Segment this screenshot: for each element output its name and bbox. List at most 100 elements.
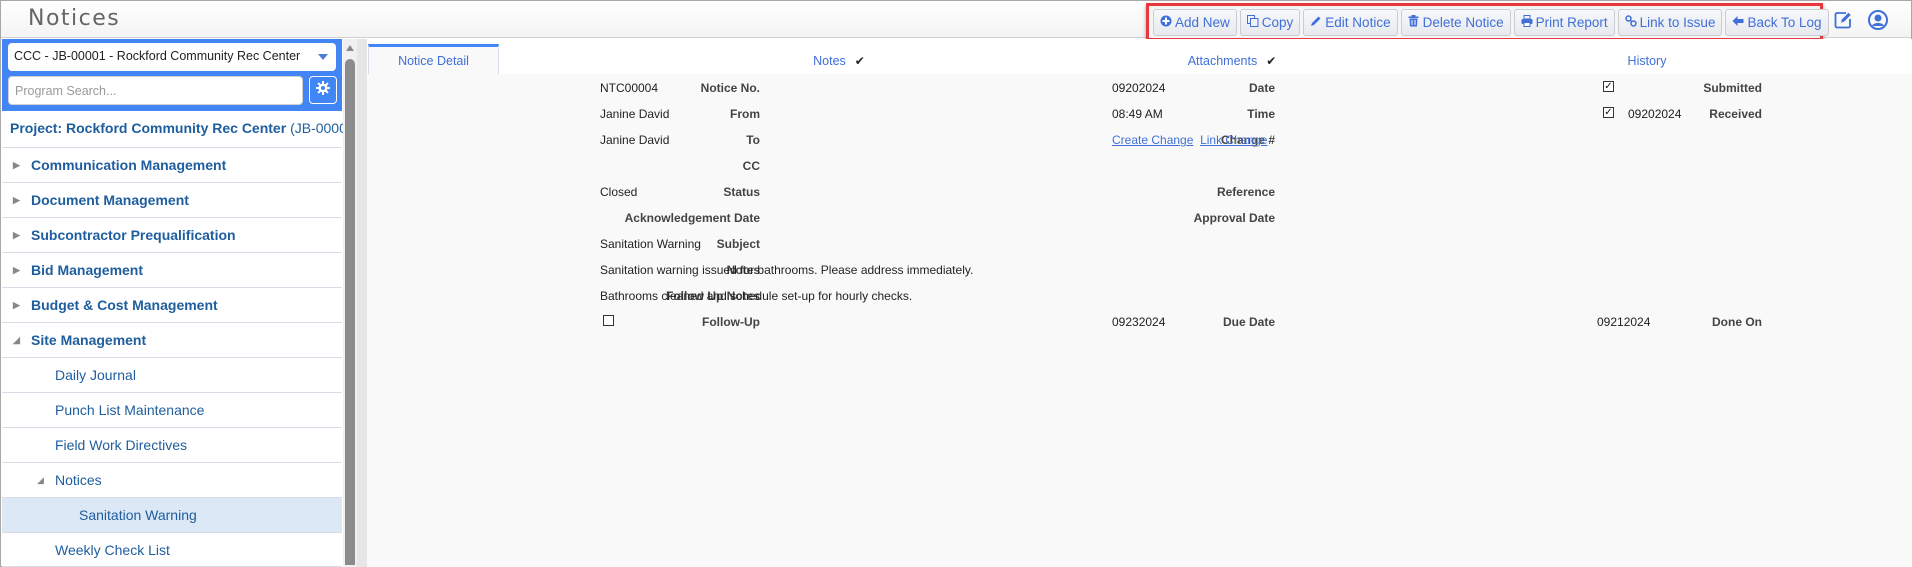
tree-item-field-work-directives[interactable]: Field Work Directives (2, 427, 342, 462)
project-name: Project: Rockford Community Rec Center (10, 120, 287, 136)
settings-button[interactable] (309, 76, 337, 104)
due-date-label: Due Date (1222, 315, 1275, 329)
received-checkbox[interactable]: ✓ (1603, 107, 1614, 118)
plus-circle-icon (1160, 15, 1172, 30)
delete-notice-button[interactable]: Delete Notice (1400, 8, 1511, 36)
tab-label: Notice Detail (398, 53, 469, 68)
app-window: Notices Add New Copy Edit Notice Delete … (0, 0, 1912, 567)
tree-item-label: Weekly Check List (55, 541, 170, 558)
received-date-value: 09202024 (1628, 107, 1682, 121)
subject-label: Subject (716, 237, 760, 251)
tree-item-label: Field Work Directives (55, 437, 187, 453)
create-change-link[interactable]: Create Change (1112, 133, 1193, 147)
tab-notes[interactable]: Notes ✔ (769, 47, 909, 74)
print-report-label: Print Report (1535, 14, 1608, 30)
acknowledgement-date-label: Acknowledgement Date (624, 211, 760, 225)
scroll-up-arrow-icon[interactable] (346, 45, 354, 51)
check-icon: ✔ (854, 53, 865, 68)
project-heading: Project: Rockford Community Rec Center (… (10, 120, 359, 136)
edit-notice-button[interactable]: Edit Notice (1303, 8, 1398, 36)
add-new-label: Add New (1175, 14, 1230, 30)
due-date-value: 09232024 (1112, 315, 1166, 329)
sidebar: CCC - JB-00001 - Rockford Community Rec … (2, 39, 359, 567)
check-icon: ✔ (1266, 53, 1277, 68)
caret-right-icon: ▶ (13, 264, 20, 275)
tab-notice-detail[interactable]: Notice Detail (368, 44, 499, 74)
status-label: Status (723, 185, 760, 199)
tree-item-daily-journal[interactable]: Daily Journal (2, 357, 342, 392)
add-new-button[interactable]: Add New (1153, 8, 1237, 36)
link-to-issue-button[interactable]: Link to Issue (1617, 8, 1723, 36)
print-report-button[interactable]: Print Report (1513, 8, 1615, 36)
to-value: Janine David (600, 133, 670, 147)
done-on-value: 09212024 (1597, 315, 1651, 329)
sidebar-controls: CCC - JB-00001 - Rockford Community Rec … (2, 39, 342, 111)
edit-square-icon[interactable] (1832, 9, 1854, 31)
arrow-left-icon (1732, 15, 1744, 30)
back-to-log-label: Back To Log (1747, 14, 1822, 30)
navigation-tree: ▶ Communication Management ▶ Document Mana… (2, 147, 342, 567)
notes-value: Sanitation warning issued for bathrooms.… (600, 263, 974, 277)
change-links: Create Change Link Change (1112, 133, 1267, 147)
to-label: To (746, 133, 760, 147)
tree-item-weekly-check-list[interactable]: Weekly Check List (2, 532, 342, 567)
tree-item-punch-list-maintenance[interactable]: Punch List Maintenance (2, 392, 342, 427)
sidebar-scrollbar[interactable] (343, 39, 357, 567)
notice-no-label: Notice No. (700, 81, 760, 95)
tree-item-subcontractor-prequalification[interactable]: ▶ Subcontractor Prequalification (2, 217, 342, 252)
detail-tabs: Notice Detail Notes ✔ Attachments ✔ Histor… (367, 39, 1912, 74)
tree-item-label: Bid Management (31, 262, 144, 278)
tree-item-label: Document Management (31, 192, 189, 208)
back-to-log-button[interactable]: Back To Log (1725, 8, 1829, 36)
tree-item-notices[interactable]: ◢ Notices (2, 462, 342, 497)
pencil-icon (1310, 15, 1322, 30)
done-on-label: Done On (1712, 315, 1762, 329)
copy-button[interactable]: Copy (1239, 8, 1301, 36)
copy-icon (1246, 14, 1259, 30)
link-icon (1624, 14, 1637, 30)
tree-item-label: Subcontractor Prequalification (31, 227, 236, 243)
tree-item-communication-management[interactable]: ▶ Communication Management (2, 147, 342, 182)
tab-attachments[interactable]: Attachments ✔ (1147, 47, 1317, 74)
tree-item-document-management[interactable]: ▶ Document Management (2, 182, 342, 217)
user-profile-icon[interactable] (1867, 9, 1889, 31)
tab-label: Notes (813, 53, 846, 68)
project-select[interactable]: CCC - JB-00001 - Rockford Community Rec … (8, 43, 336, 71)
chevron-down-icon (318, 54, 328, 60)
follow-up-checkbox[interactable] (603, 315, 614, 326)
submitted-checkbox[interactable]: ✓ (1603, 81, 1614, 92)
tree-item-label: Notices (55, 472, 102, 488)
reference-label: Reference (1216, 185, 1275, 199)
tab-history[interactable]: History (1587, 47, 1707, 74)
page-title: Notices (28, 6, 121, 31)
program-search-input[interactable] (8, 76, 303, 105)
time-label: Time (1247, 107, 1275, 121)
scrollbar-thumb[interactable] (345, 59, 355, 565)
follow-up-label: Follow-Up (702, 315, 760, 329)
delete-notice-label: Delete Notice (1422, 14, 1504, 30)
approval-date-label: Approval Date (1193, 211, 1275, 225)
tree-item-label: Sanitation Warning (79, 507, 197, 523)
link-change-link[interactable]: Link Change (1200, 133, 1267, 147)
caret-expanded-icon: ◢ (37, 474, 44, 485)
tree-item-site-management[interactable]: ◢ Site Management (2, 322, 342, 357)
time-value: 08:49 AM (1112, 107, 1163, 121)
print-icon (1521, 14, 1533, 30)
from-value: Janine David (600, 107, 670, 121)
date-value: 09202024 (1112, 81, 1166, 95)
copy-label: Copy (1261, 14, 1294, 30)
caret-right-icon: ▶ (13, 299, 20, 310)
tree-item-bid-management[interactable]: ▶ Bid Management (2, 252, 342, 287)
panel-splitter[interactable] (357, 39, 367, 567)
notice-no-value: NTC00004 (600, 81, 659, 95)
project-select-value: CCC - JB-00001 - Rockford Community Rec … (14, 49, 301, 63)
submitted-label: Submitted (1703, 81, 1762, 95)
tree-item-sanitation-warning[interactable]: Sanitation Warning (2, 497, 342, 532)
gear-icon (316, 80, 330, 100)
main-panel: Notice Detail Notes ✔ Attachments ✔ Histor… (367, 39, 1912, 567)
caret-right-icon: ▶ (13, 194, 20, 205)
tree-item-label: Communication Management (31, 157, 227, 173)
header-bar: Notices Add New Copy Edit Notice Delete … (1, 1, 1911, 41)
tree-item-budget-cost-management[interactable]: ▶ Budget & Cost Management (2, 287, 342, 322)
date-label: Date (1248, 81, 1275, 95)
